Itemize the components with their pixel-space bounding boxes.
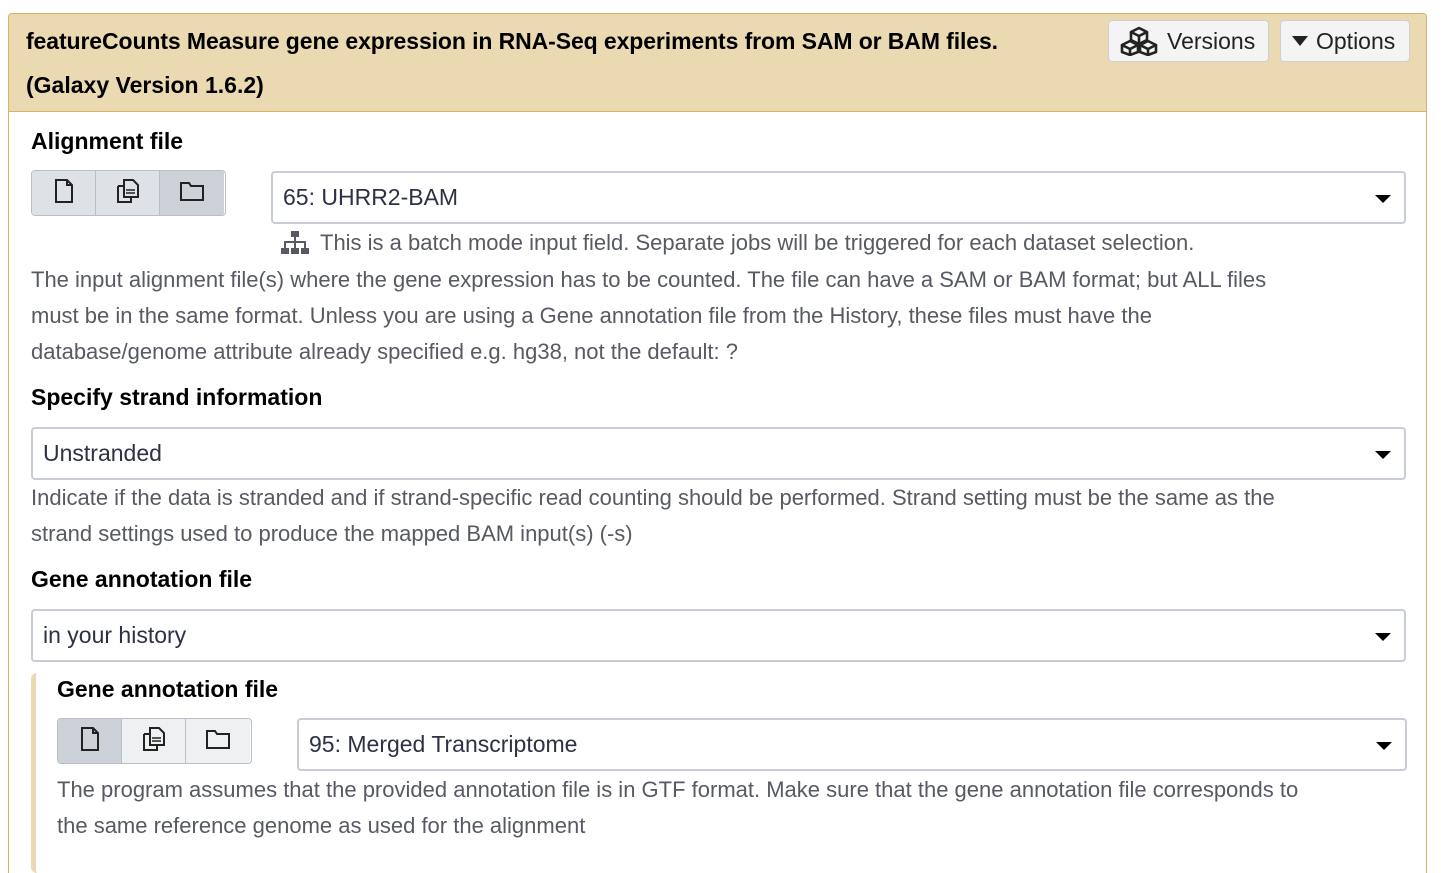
single-dataset-button[interactable] [58, 719, 122, 763]
multiple-datasets-button[interactable] [96, 171, 160, 215]
alignment-help-text: The input alignment file(s) where the ge… [31, 262, 1266, 370]
annotation-file-label: Gene annotation file [57, 676, 279, 702]
file-icon [79, 726, 101, 757]
dataset-collection-button[interactable] [186, 719, 250, 763]
annotation-source-select[interactable]: in your history [31, 609, 1406, 662]
annotation-source-value: in your history [43, 622, 187, 648]
strand-help-text: Indicate if the data is stranded and if … [31, 480, 1275, 552]
caret-down-icon [1291, 35, 1309, 47]
strand-select[interactable]: Unstranded [31, 427, 1406, 480]
strand-value: Unstranded [43, 440, 162, 466]
help-line: strand settings used to produce the mapp… [31, 521, 633, 546]
folder-icon [179, 180, 205, 207]
annotation-source-label: Gene annotation file [31, 566, 253, 592]
files-icon [115, 178, 141, 209]
tool-version: (Galaxy Version 1.6.2) [26, 72, 264, 98]
versions-label: Versions [1167, 27, 1256, 54]
tool-header: featureCounts Measure gene expression in… [9, 14, 1426, 112]
options-label: Options [1316, 27, 1396, 54]
single-dataset-button[interactable] [32, 171, 96, 215]
alignment-file-label: Alignment file [31, 128, 184, 154]
dataset-collection-button[interactable] [160, 171, 224, 215]
tool-title: featureCounts Measure gene expression in… [26, 28, 998, 54]
annotation-subsection: Gene annotation file 95: Merged Transcri… [31, 673, 1427, 873]
alignment-mode-buttons [31, 170, 226, 216]
help-line: must be in the same format. Unless you a… [31, 303, 1152, 328]
select-caret-icon [1375, 195, 1391, 203]
batch-mode-text: This is a batch mode input field. Separa… [320, 230, 1195, 255]
versions-button[interactable]: Versions [1108, 20, 1269, 62]
sitemap-icon [280, 230, 310, 256]
batch-mode-note: This is a batch mode input field. Separa… [280, 230, 1194, 256]
files-icon [141, 726, 167, 757]
select-caret-icon [1376, 742, 1392, 750]
strand-label: Specify strand information [31, 384, 323, 410]
help-line: The input alignment file(s) where the ge… [31, 267, 1267, 292]
alignment-file-value: 65: UHRR2-BAM [283, 184, 459, 210]
options-button[interactable]: Options [1280, 20, 1410, 62]
multiple-datasets-button[interactable] [122, 719, 186, 763]
cubes-icon [1120, 26, 1158, 56]
annotation-file-select[interactable]: 95: Merged Transcriptome [297, 718, 1407, 771]
help-line: the same reference genome as used for th… [57, 813, 586, 838]
annotation-mode-buttons [57, 718, 252, 764]
folder-icon [205, 728, 231, 755]
help-line: Indicate if the data is stranded and if … [31, 485, 1275, 510]
help-line: database/genome attribute already specif… [31, 339, 738, 364]
annotation-file-value: 95: Merged Transcriptome [309, 731, 578, 757]
alignment-file-select[interactable]: 65: UHRR2-BAM [271, 171, 1406, 224]
annotation-help-text: The program assumes that the provided an… [57, 772, 1298, 844]
select-caret-icon [1375, 451, 1391, 459]
help-line: The program assumes that the provided an… [57, 777, 1299, 802]
tool-form-panel: featureCounts Measure gene expression in… [8, 13, 1427, 873]
file-icon [53, 178, 75, 209]
select-caret-icon [1375, 633, 1391, 641]
